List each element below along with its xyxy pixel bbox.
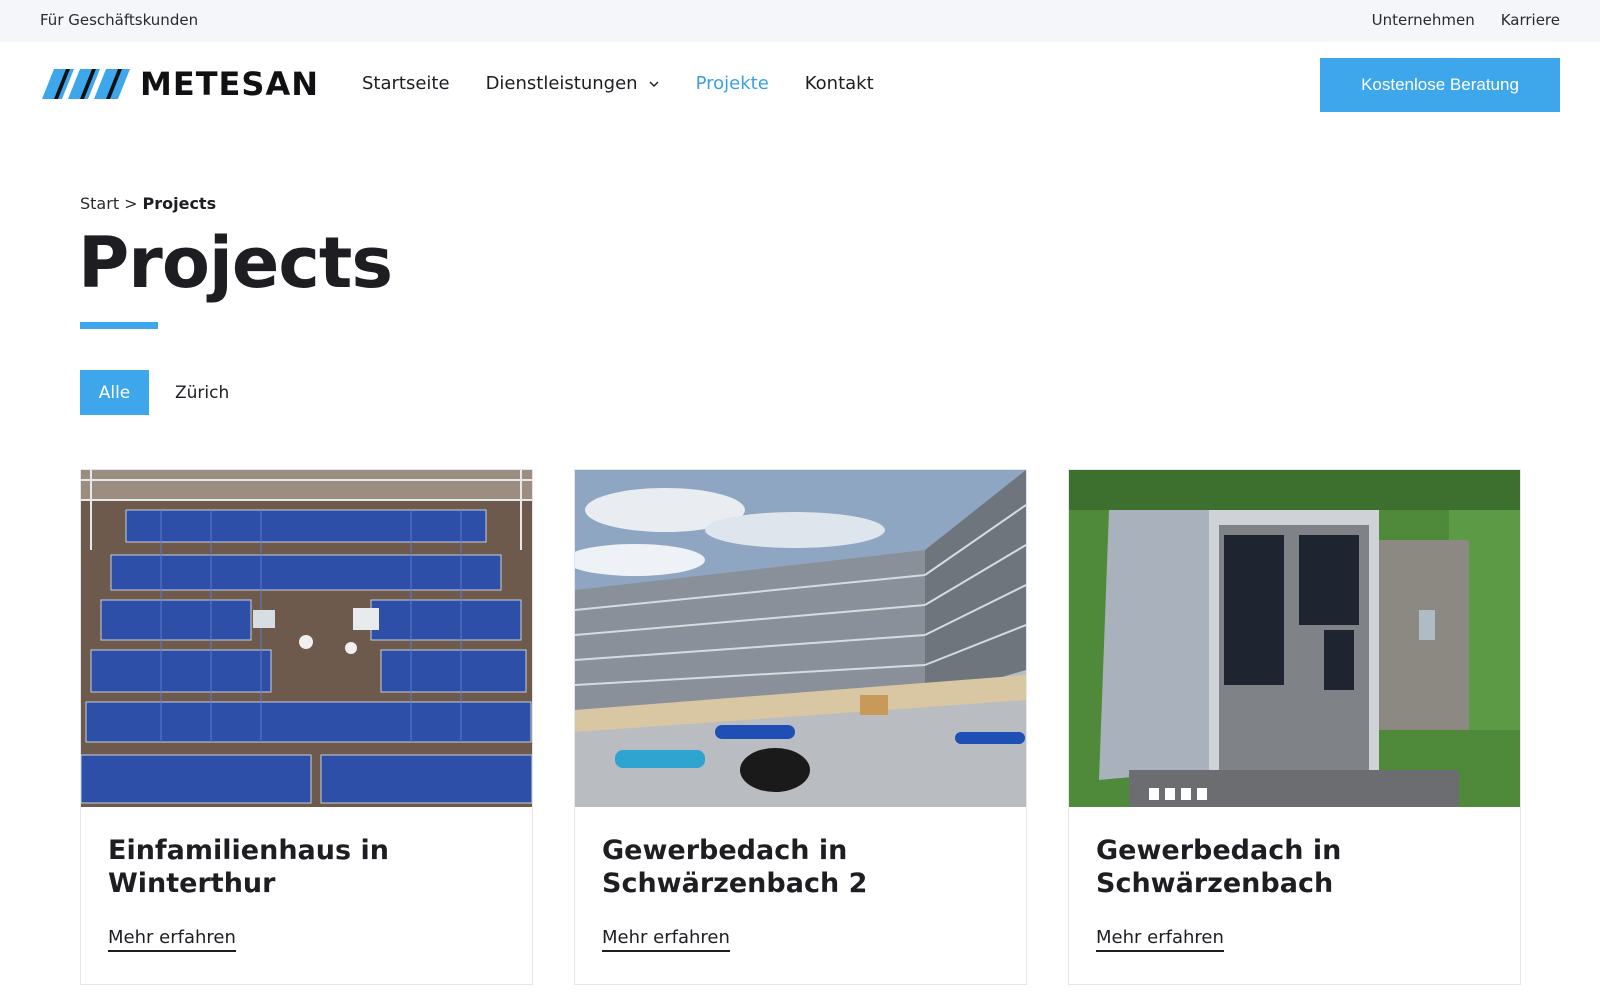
- project-card[interactable]: Gewerbedach in Schwärzenbach 2 Mehr erfa…: [574, 469, 1027, 985]
- breadcrumb-separator: >: [124, 194, 138, 213]
- project-card-body: Gewerbedach in Schwärzenbach Mehr erfahr…: [1096, 834, 1500, 952]
- business-customers-link[interactable]: Für Geschäftskunden: [40, 11, 198, 29]
- filter-zurich[interactable]: Zürich: [175, 383, 229, 403]
- breadcrumb: Start > Projects: [80, 194, 216, 213]
- top-utility-bar: Für Geschäftskunden Unternehmen Karriere: [0, 0, 1600, 42]
- careers-link[interactable]: Karriere: [1501, 11, 1560, 29]
- nav-item-projekte[interactable]: Projekte: [696, 73, 769, 94]
- title-underline-accent: [80, 322, 158, 329]
- filter-alle[interactable]: Alle: [80, 370, 149, 415]
- nav-item-kontakt[interactable]: Kontakt: [805, 73, 874, 94]
- project-title: Gewerbedach in Schwärzenbach 2: [602, 835, 868, 899]
- project-card[interactable]: Einfamilienhaus in Winterthur Mehr erfah…: [80, 469, 533, 985]
- main-header: METESAN Startseite Dienstleistungen Proj…: [0, 42, 1600, 128]
- nav-item-label: Dienstleistungen: [485, 73, 638, 94]
- nav-item-label: Startseite: [362, 73, 450, 94]
- read-more-link[interactable]: Mehr erfahren: [1096, 927, 1224, 952]
- project-image-rooftop-solar: [81, 470, 532, 807]
- project-card-body: Gewerbedach in Schwärzenbach 2 Mehr erfa…: [602, 834, 1006, 952]
- main-navigation: Startseite Dienstleistungen Projekte Kon…: [362, 73, 874, 94]
- utility-links: Unternehmen Karriere: [1372, 11, 1560, 29]
- project-title: Einfamilienhaus in Winterthur: [108, 835, 389, 899]
- project-grid: Einfamilienhaus in Winterthur Mehr erfah…: [80, 469, 1521, 985]
- project-image-scaffolding-building: [575, 470, 1026, 807]
- breadcrumb-home-link[interactable]: Start: [80, 194, 119, 213]
- nav-item-startseite[interactable]: Startseite: [362, 73, 450, 94]
- project-image-commercial-roof-aerial: [1069, 470, 1520, 807]
- brand-name: METESAN: [140, 65, 319, 103]
- project-card[interactable]: Gewerbedach in Schwärzenbach Mehr erfahr…: [1068, 469, 1521, 985]
- page-title: Projects: [78, 222, 393, 304]
- nav-item-dienstleistungen[interactable]: Dienstleistungen: [486, 73, 660, 94]
- nav-item-label: Projekte: [695, 73, 769, 94]
- project-title: Gewerbedach in Schwärzenbach: [1096, 835, 1342, 899]
- logo-mark-icon: [42, 69, 130, 99]
- read-more-link[interactable]: Mehr erfahren: [602, 927, 730, 952]
- logo[interactable]: METESAN: [40, 68, 319, 100]
- breadcrumb-current: Projects: [142, 194, 217, 213]
- project-card-body: Einfamilienhaus in Winterthur Mehr erfah…: [108, 834, 512, 952]
- free-consultation-button[interactable]: Kostenlose Beratung: [1320, 58, 1560, 112]
- nav-item-label: Kontakt: [804, 73, 874, 94]
- company-link[interactable]: Unternehmen: [1372, 11, 1475, 29]
- project-filters: Alle Zürich: [80, 370, 229, 415]
- read-more-link[interactable]: Mehr erfahren: [108, 927, 236, 952]
- chevron-down-icon: [649, 81, 659, 87]
